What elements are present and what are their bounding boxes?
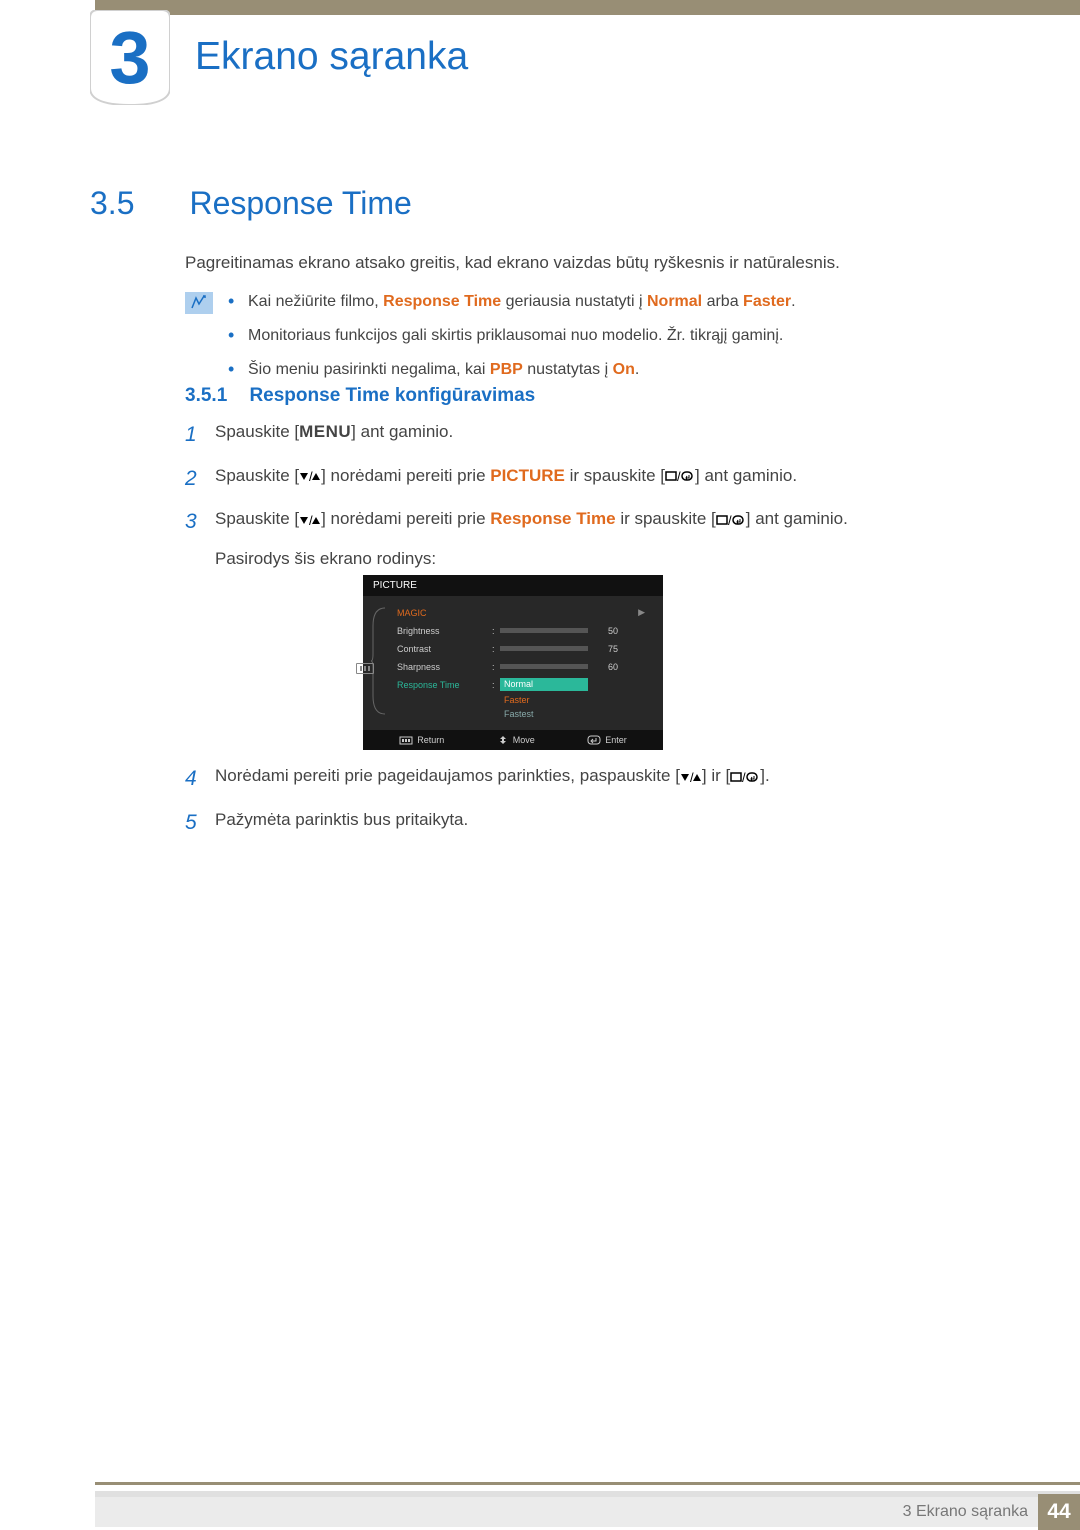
note-bullets: Kai nežiūrite filmo, Response Time geria… xyxy=(228,290,1020,392)
menu-button-label: MENU xyxy=(299,422,351,441)
section-number: 3.5 xyxy=(90,185,185,222)
page-footer: 3 Ekrano sąranka 44 xyxy=(95,1491,1080,1527)
svg-text:/: / xyxy=(309,469,313,483)
step-3-extra: Pasirodys šis ekrano rodinys: xyxy=(215,549,1020,569)
osd-option-normal: Normal xyxy=(500,678,588,691)
chapter-title: Ekrano sąranka xyxy=(195,35,468,79)
chapter-badge: 3 xyxy=(90,10,170,105)
slider-contrast xyxy=(500,646,588,651)
osd-row-contrast: Contrast: 75 xyxy=(391,640,651,657)
step-3: 3 Spauskite [/] norėdami pereiti prie Re… xyxy=(185,505,1020,539)
osd-preview: PICTURE MAGIC ▶ Brightness: 50 Contrast:… xyxy=(363,575,663,750)
chevron-right-icon: ▶ xyxy=(638,607,645,618)
svg-text:/: / xyxy=(309,513,313,527)
subsection-heading: 3.5.1 Response Time konfigūravimas xyxy=(185,385,1020,407)
svg-text:/: / xyxy=(742,770,746,784)
slider-sharpness xyxy=(500,664,588,669)
bullet-1: Kai nežiūrite filmo, Response Time geria… xyxy=(228,290,1020,314)
osd-title: PICTURE xyxy=(363,575,663,596)
bullet-2: Monitoriaus funkcijos gali skirtis prikl… xyxy=(228,324,1020,348)
step-4: 4 Norėdami pereiti prie pageidaujamos pa… xyxy=(185,762,1020,796)
rect-enter-icon: / xyxy=(730,769,760,785)
osd-row-response: Response Time: Normal xyxy=(391,676,651,693)
osd-row-sharpness: Sharpness: 60 xyxy=(391,658,651,675)
section-intro: Pagreitinamas ekrano atsako greitis, kad… xyxy=(185,250,1020,276)
bullet-3: Šio meniu pasirinkti negalima, kai PBP n… xyxy=(228,358,1020,382)
osd-row-brightness: Brightness: 50 xyxy=(391,622,651,639)
enter-icon xyxy=(587,735,601,745)
osd-picture-icon xyxy=(356,663,374,674)
section-title: Response Time xyxy=(189,185,411,222)
step-5: 5 Pažymėta parinktis bus pritaikyta. xyxy=(185,806,1020,840)
subsection-number: 3.5.1 xyxy=(185,385,245,407)
note-icon xyxy=(185,292,213,314)
osd-footer: Return Move Enter xyxy=(363,730,663,750)
slider-brightness xyxy=(500,628,588,633)
rect-enter-icon: / xyxy=(716,512,746,528)
osd-footer-enter: Enter xyxy=(587,735,627,745)
steps-lower: 4 Norėdami pereiti prie pageidaujamos pa… xyxy=(185,762,1020,849)
top-accent-bar xyxy=(95,0,1080,15)
section-heading: 3.5 Response Time xyxy=(90,185,1020,222)
page-number: 44 xyxy=(1038,1494,1080,1530)
osd-option-faster: Faster xyxy=(500,694,588,707)
svg-text:/: / xyxy=(677,469,681,483)
chapter-number: 3 xyxy=(90,10,170,105)
osd-footer-move: Move xyxy=(497,735,535,745)
footer-chapter-ref: 3 Ekrano sąranka xyxy=(903,1503,1028,1521)
footer-accent-bar xyxy=(95,1482,1080,1485)
down-up-icon: / xyxy=(299,512,321,528)
svg-text:/: / xyxy=(690,770,694,784)
down-up-icon: / xyxy=(680,769,702,785)
osd-option-fastest: Fastest xyxy=(500,708,588,721)
rect-enter-icon: / xyxy=(665,468,695,484)
step-2: 2 Spauskite [/] norėdami pereiti prie PI… xyxy=(185,462,1020,496)
osd-bracket xyxy=(371,606,387,716)
osd-footer-return: Return xyxy=(399,735,444,745)
subsection-title: Response Time konfigūravimas xyxy=(249,385,535,407)
svg-text:/: / xyxy=(728,513,732,527)
move-icon xyxy=(497,735,509,745)
down-up-icon: / xyxy=(299,468,321,484)
return-icon xyxy=(399,736,413,745)
osd-row-magic: MAGIC ▶ xyxy=(391,604,651,621)
step-1: 1 Spauskite [MENU] ant gaminio. xyxy=(185,418,1020,452)
steps-upper: 1 Spauskite [MENU] ant gaminio. 2 Spausk… xyxy=(185,418,1020,569)
